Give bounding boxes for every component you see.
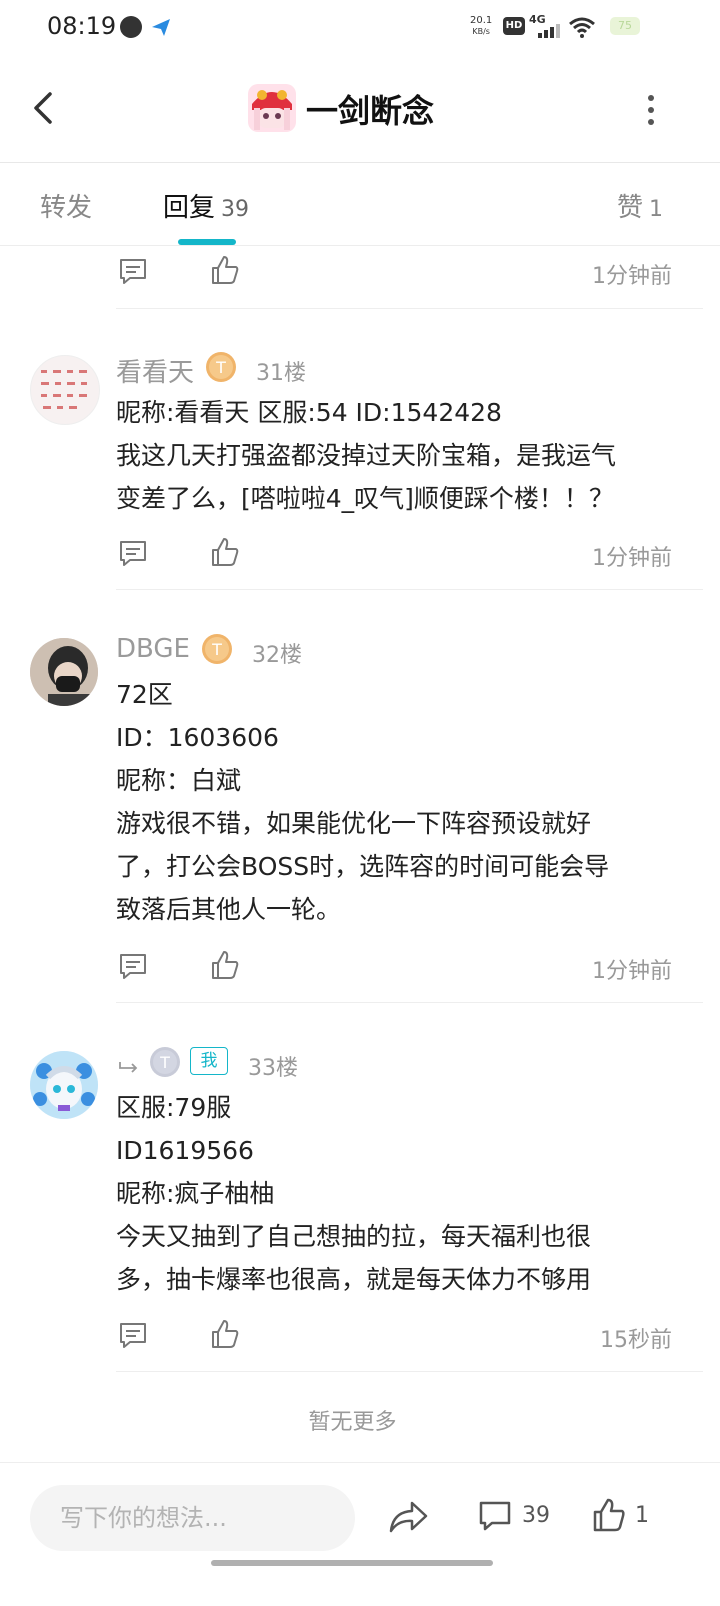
home-indicator: [211, 1560, 493, 1566]
network-speed: 20.1 KB/s: [470, 15, 493, 36]
battery-icon: 75: [610, 17, 640, 35]
app-logo: [248, 84, 296, 132]
reply-count: 39: [221, 197, 250, 222]
tab-bar: 转发 回复 39 赞1: [0, 163, 720, 246]
comment-count-button[interactable]: 39: [478, 1499, 558, 1539]
svg-text:T: T: [215, 358, 226, 377]
post-text: 昵称:看看天 区服:54 ID:1542428 我这几天打强盗都没掉过天阶宝箱，…: [116, 398, 617, 513]
thumbs-up-icon[interactable]: [210, 255, 240, 285]
divider: [116, 589, 703, 590]
comment-icon[interactable]: [118, 256, 148, 286]
thumbs-up-icon[interactable]: [210, 537, 240, 567]
no-more-text: 暂无更多: [308, 1410, 397, 1435]
wifi-icon: [569, 17, 595, 38]
post-time: 15秒前: [600, 1328, 672, 1353]
thumbs-up-icon: [593, 1498, 625, 1532]
svg-text:T: T: [211, 640, 222, 659]
page-title: 一剑断念: [306, 92, 435, 130]
floor-number: 31楼: [256, 361, 306, 386]
comment-input[interactable]: [30, 1485, 355, 1551]
notification-icon: [120, 16, 142, 38]
post-text: 72区 ID：1603606 昵称：白斌 游戏很不错，如果能优化一下阵容预设就好…: [116, 680, 610, 924]
comment-icon[interactable]: [118, 1320, 148, 1350]
like-count: 1: [635, 1503, 649, 1528]
post-time: 1分钟前: [592, 959, 672, 984]
active-tab-indicator: [178, 239, 236, 245]
divider: [116, 1002, 703, 1003]
like-count-button[interactable]: 1: [592, 1497, 662, 1537]
username[interactable]: DBGE: [116, 634, 190, 664]
post-time: 1分钟前: [592, 264, 672, 289]
divider: [116, 308, 703, 309]
tab-likes[interactable]: 赞1: [617, 187, 663, 224]
status-bar: 08:19 20.1 KB/s HD 4G 75: [0, 0, 720, 56]
floor-number: 32楼: [252, 643, 302, 668]
me-badge: 我: [190, 1047, 228, 1075]
paper-plane-icon: [152, 19, 170, 36]
comment-icon[interactable]: [118, 951, 148, 981]
bottom-action-bar: 39 1: [0, 1462, 720, 1606]
chevron-left-icon[interactable]: [26, 88, 62, 128]
share-icon[interactable]: [388, 1500, 428, 1534]
repost-arrow-icon: [119, 1062, 138, 1073]
signal-icon: [538, 24, 560, 38]
comment-count: 39: [522, 1503, 550, 1528]
top-app-bar: 一剑断念: [0, 56, 720, 163]
thumbs-up-icon[interactable]: [210, 1319, 240, 1349]
level-medal-icon: T: [206, 352, 236, 382]
avatar[interactable]: [30, 355, 100, 425]
username[interactable]: 看看天: [116, 352, 194, 389]
avatar[interactable]: [30, 1051, 98, 1119]
comment-icon[interactable]: [118, 538, 148, 568]
divider: [116, 1371, 703, 1372]
tab-repost[interactable]: 转发: [40, 187, 92, 224]
comment-icon: [479, 1501, 511, 1531]
avatar[interactable]: [30, 638, 98, 706]
more-vertical-icon[interactable]: [640, 92, 662, 128]
floor-number: 33楼: [248, 1056, 298, 1081]
level-medal-icon: T: [202, 634, 232, 664]
thumbs-up-icon[interactable]: [210, 950, 240, 980]
tab-replies[interactable]: 回复 39: [163, 187, 249, 224]
post-text: 区服:79服 ID1619566 昵称:疯子柚柚 今天又抽到了自己想抽的拉，每天…: [116, 1093, 592, 1294]
status-time: 08:19: [47, 12, 117, 40]
post-time: 1分钟前: [592, 546, 672, 571]
like-count: 1: [649, 197, 664, 222]
svg-text:T: T: [159, 1053, 170, 1072]
level-medal-icon: T: [150, 1047, 180, 1077]
hd-badge: HD: [503, 17, 525, 35]
